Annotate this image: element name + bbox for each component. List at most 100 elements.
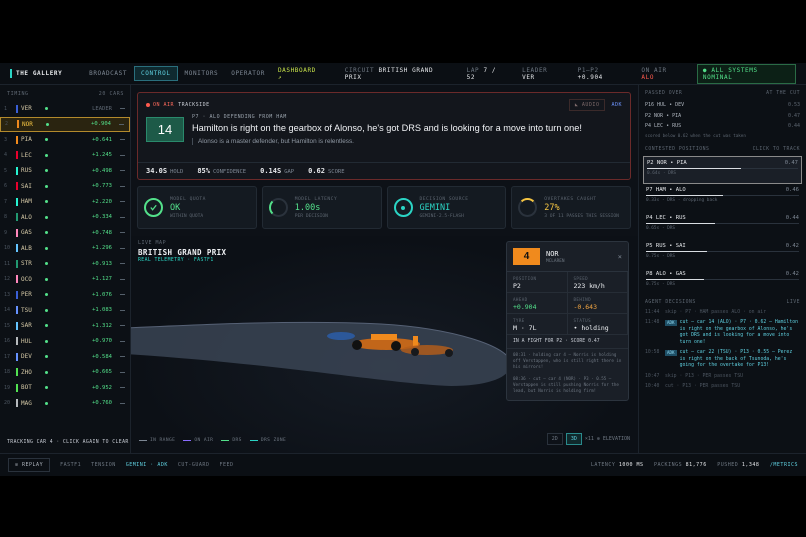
timing-row[interactable]: 11 STR +0.913	[0, 256, 130, 272]
audio-button[interactable]: ◣ AUDIO	[568, 99, 606, 111]
contested-item[interactable]: P4 LEC • RUS 0.44 0.65s · DRS	[643, 212, 802, 240]
elevation-toggle[interactable]: ×11 ⊕ ELEVATION	[585, 436, 630, 442]
timing-row[interactable]: 3 PIA +0.641	[0, 132, 130, 148]
contested-score: 0.44	[785, 214, 799, 221]
trend-icon	[120, 263, 125, 265]
row-position: 12	[4, 276, 11, 283]
bottom-bar: ⊙ REPLAY FASTF1 TENSION GEMINI · ADK CUT…	[0, 453, 806, 476]
source-fastf1: FASTF1	[60, 462, 82, 468]
decision-time: 10:58	[645, 350, 660, 355]
metrics-link[interactable]: /METRICS	[770, 462, 798, 468]
contested-meta: 0.65s · DRS	[646, 225, 676, 231]
decision-time: 11:48	[645, 320, 660, 325]
row-position: 4	[4, 152, 8, 159]
tab-monitors[interactable]: MONITORS	[179, 67, 225, 80]
timing-row[interactable]: 20 MAG +0.760	[0, 396, 130, 412]
field-value: 223 km/h	[573, 282, 605, 290]
trend-icon	[119, 123, 124, 125]
trend-icon	[120, 387, 125, 389]
timing-row[interactable]: 19 BOT +0.952	[0, 380, 130, 396]
popup-fields: POSITION P2 SPEED 223 km/h AHEAD +0.904 BEH…	[507, 272, 628, 335]
session-info: CIRCUIT BRITISH GRAND PRIX LAP 7 / 52 LE…	[331, 63, 806, 84]
contested-item[interactable]: P8 ALO • GAS 0.42 0.75s · DRS	[643, 268, 802, 296]
tab-operator[interactable]: OPERATOR	[225, 67, 271, 80]
legend-label: IN RANGE	[150, 438, 176, 443]
driver-code: BOT	[21, 384, 32, 392]
contested-hint: CLICK TO TRACK	[752, 146, 800, 152]
onair-info: ON AIR ALO	[641, 67, 683, 81]
blue-car-icon	[327, 332, 355, 340]
status-dot-icon	[45, 386, 48, 390]
tab-broadcast[interactable]: BROADCAST	[83, 67, 133, 80]
row-gap: +1.245	[92, 152, 112, 159]
contested-item[interactable]: P7 HAM • ALO 0.46 0.33s · DRS · dropping b…	[643, 184, 802, 212]
timing-row[interactable]: 8 ALO +0.334	[0, 210, 130, 226]
trend-icon	[120, 325, 125, 327]
card-label: MODEL QUOTA	[170, 196, 206, 202]
live-dot-icon	[146, 103, 150, 107]
legend-label: DRS ZONE	[260, 438, 287, 443]
contested-bar-fill	[646, 278, 705, 280]
contested-bar-fill	[647, 167, 741, 169]
contested-score: 0.42	[785, 270, 799, 277]
replay-button[interactable]: ⊙ REPLAY	[8, 458, 51, 472]
leader-value: VER	[522, 73, 535, 81]
decision-item: 11:48 ADK cut — car 14 (ALO) · P7 · 0.62 —…	[639, 318, 806, 348]
decision-text: cut · P13 · PER passes TSU	[665, 384, 741, 389]
view-2d-button[interactable]: 2D	[546, 433, 563, 445]
contested-item[interactable]: P2 NOR • PIA 0.47 0.64s · DRS	[643, 155, 802, 184]
source-gemini-adk: GEMINI · ADK	[125, 462, 168, 468]
row-gap: +0.904	[91, 121, 111, 128]
stat-hold-value: 34.0S	[146, 167, 168, 175]
timing-row[interactable]: 17 DEV +0.584	[0, 349, 130, 365]
timing-row[interactable]: 14 TSU +1.083	[0, 303, 130, 319]
decision-time: 10:40	[645, 384, 660, 389]
timing-row[interactable]: 5 RUS +0.498	[0, 163, 130, 179]
timing-row[interactable]: 2 NOR +0.904	[0, 116, 130, 132]
row-position: 15	[4, 322, 11, 329]
live-map[interactable]: LIVE MAP BRITISH GRAND PRIX REAL TELEMET…	[131, 236, 638, 453]
onair-value: ALO	[641, 73, 655, 81]
lap-info: LAP 7 / 52	[467, 67, 509, 81]
timing-row[interactable]: 12 OCO +1.127	[0, 272, 130, 288]
car-detail-popup: 4 NOR MCLAREN × POSITION P2 SPEED 223 km/h …	[506, 241, 629, 401]
on-air-sub: TRACKSIDE	[178, 102, 210, 108]
close-icon[interactable]: ×	[618, 253, 622, 261]
packings-label: PACKINGS	[654, 462, 683, 468]
timing-row[interactable]: 9 GAS +0.748	[0, 225, 130, 241]
tab-control[interactable]: CONTROL	[134, 66, 178, 81]
stat-confidence: 85% CONFIDENCE	[197, 167, 246, 175]
row-gap: +0.641	[92, 136, 112, 143]
timing-row[interactable]: 10 ALB +1.296	[0, 241, 130, 257]
row-position: 18	[4, 369, 11, 376]
team-color-bar	[16, 368, 18, 377]
row-gap: +1.083	[92, 307, 112, 314]
timing-row[interactable]: 4 LEC +1.245	[0, 148, 130, 164]
driver-code: STR	[21, 260, 32, 268]
timing-row[interactable]: 7 HAM +2.220	[0, 194, 130, 210]
row-gap: +0.498	[92, 167, 112, 174]
timing-row[interactable]: 18 ZHO +0.665	[0, 365, 130, 381]
stat-confidence-value: 85%	[197, 167, 210, 175]
onair-label: ON AIR	[641, 66, 667, 74]
on-air-label: ON AIR	[153, 102, 175, 108]
view-3d-button[interactable]: 3D	[565, 433, 582, 445]
timing-row[interactable]: 6 SAI +0.773	[0, 179, 130, 195]
contested-bar	[646, 194, 799, 196]
dashboard-link[interactable]: DASHBOARD ↗	[272, 64, 330, 84]
decision-item: 10:47 skip · P13 · PER passes TSU	[639, 372, 806, 383]
contested-item[interactable]: P5 RUS • SAI 0.42 0.75s · DRS	[643, 240, 802, 268]
circuit-info: CIRCUIT BRITISH GRAND PRIX	[345, 67, 453, 81]
row-gap: +0.584	[92, 353, 112, 360]
status-dot-icon	[45, 277, 48, 281]
status-dot-icon	[45, 107, 48, 111]
timing-row[interactable]: 16 HUL +0.970	[0, 334, 130, 350]
card-value: 1.00s	[294, 202, 321, 213]
top-nav: THE GALLERY BROADCAST CONTROL MONITORS O…	[0, 63, 806, 85]
timing-row[interactable]: 15 SAR +1.312	[0, 318, 130, 334]
gauge-icon	[268, 198, 288, 217]
timing-row[interactable]: 1 VER LEADER	[0, 101, 130, 117]
timing-row[interactable]: 13 PER +1.076	[0, 287, 130, 303]
timing-list: 1 VER LEADER 2 NOR +0.904 3 PIA +0.641 4 LEC +1.245…	[0, 101, 130, 411]
popup-driver: NOR MCLAREN	[546, 250, 565, 264]
